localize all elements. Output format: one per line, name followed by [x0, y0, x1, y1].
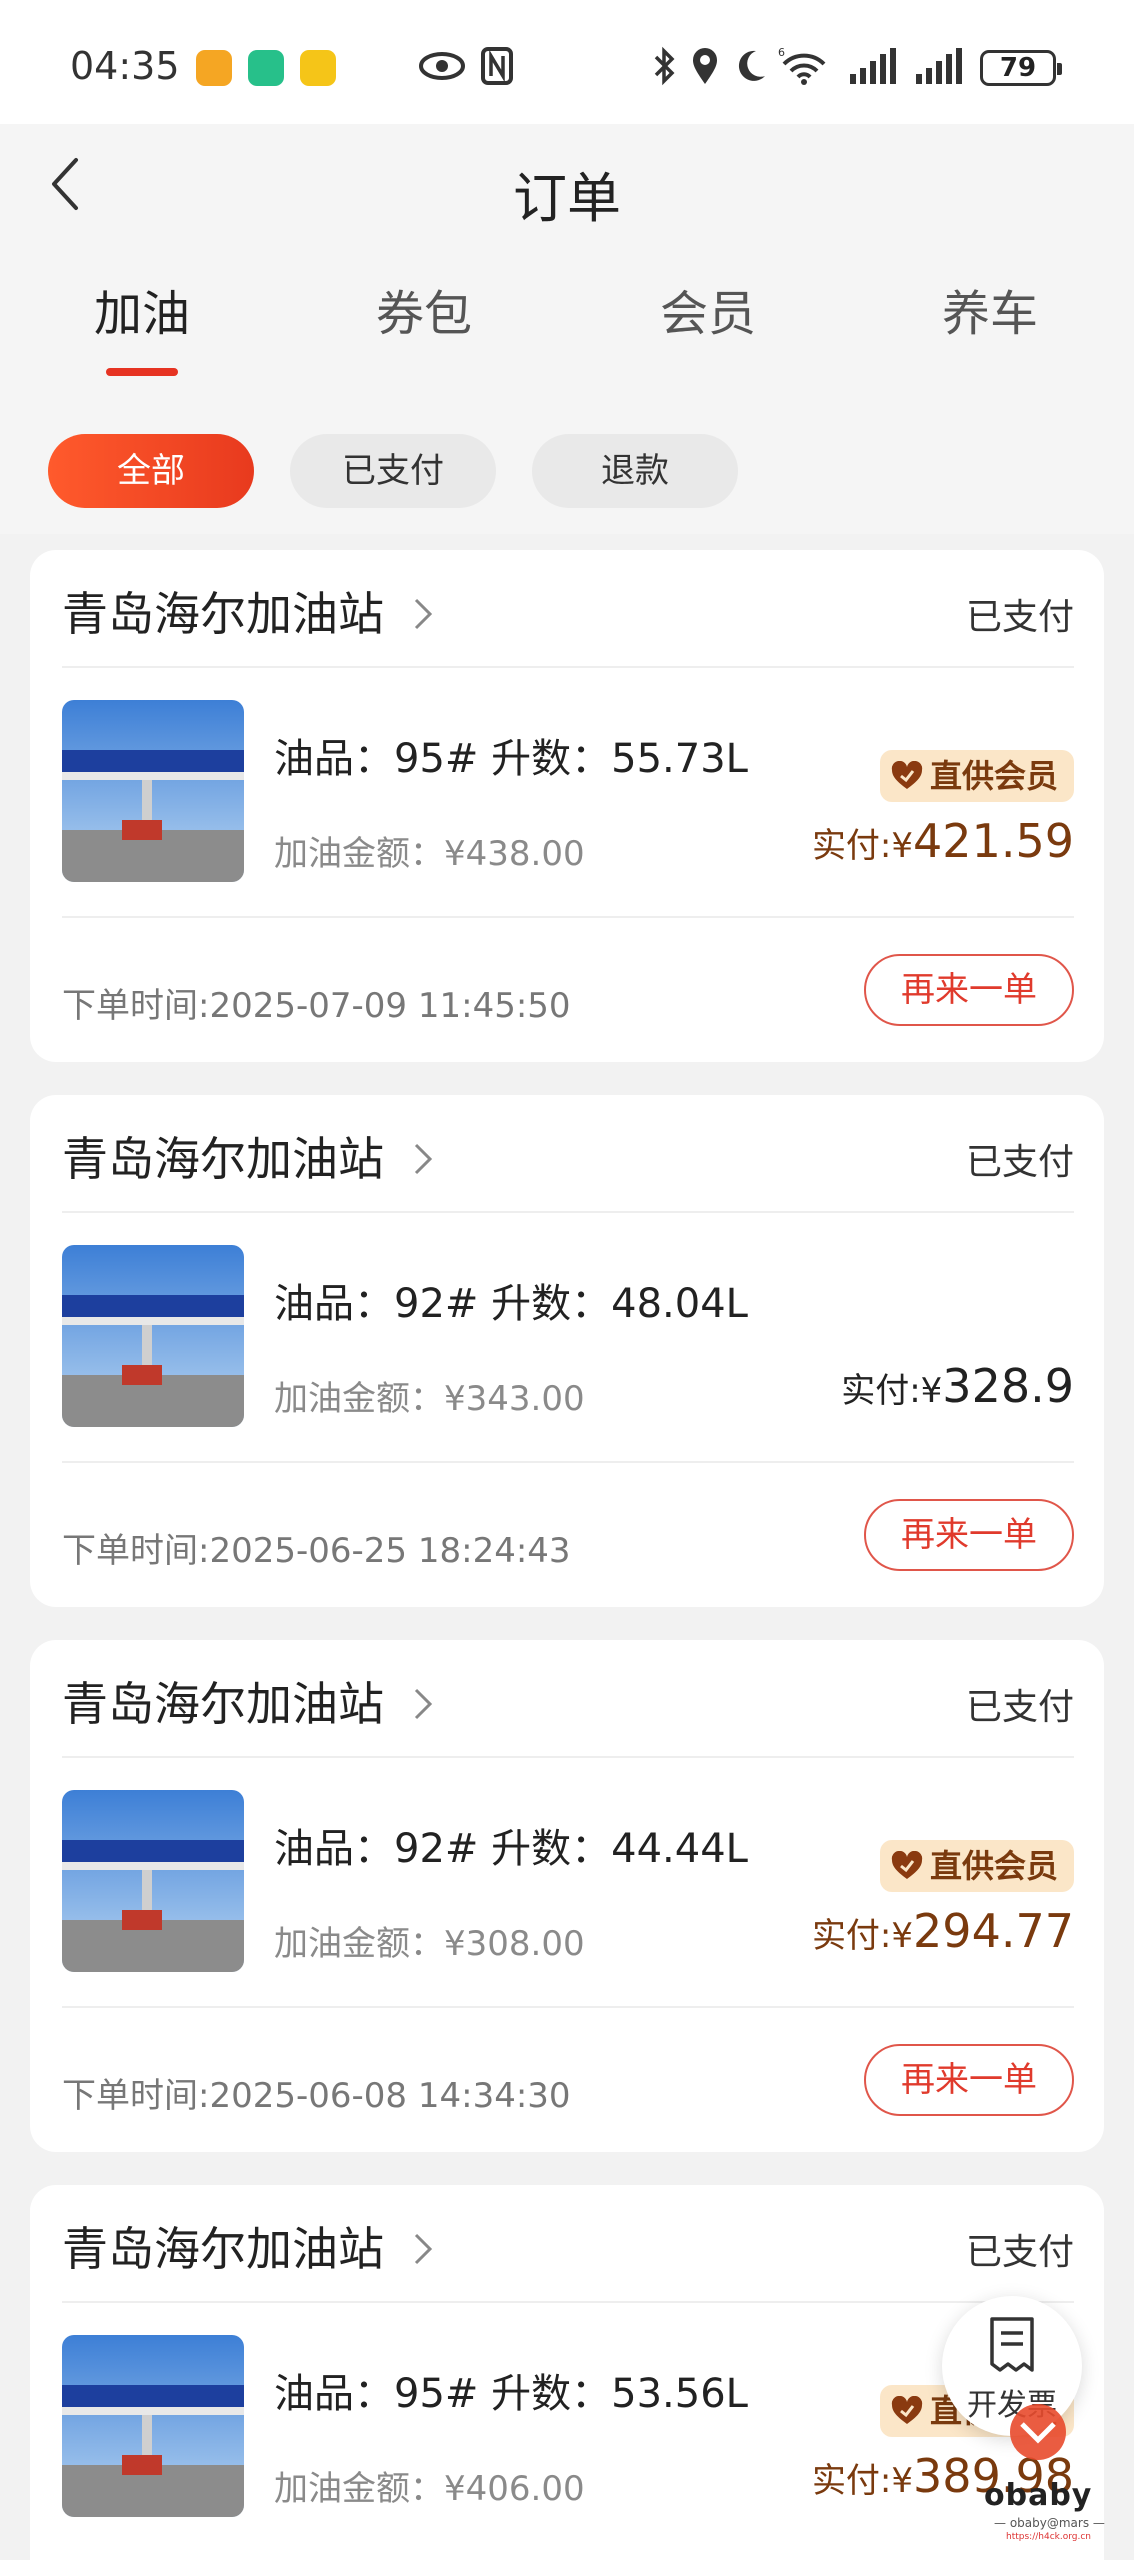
heart-icon: [891, 1851, 923, 1879]
paid-label: 实付:¥: [811, 1916, 914, 1956]
chevron-right-icon: [414, 1143, 433, 1175]
station-photo: [62, 2335, 244, 2517]
fuel-amount: 加油金额：¥406.00: [274, 2469, 585, 2509]
order-card[interactable]: 青岛海尔加油站 已支付 油品：92# 升数：44.44L 加油金额：¥308.0…: [30, 1640, 1104, 2152]
tab-membership[interactable]: 会员: [608, 274, 808, 344]
chevron-right-icon: [414, 2233, 433, 2265]
status-bar: 04:35 6 79: [0, 0, 1134, 124]
divider: [62, 1211, 1074, 1213]
fuel-amount: 加油金额：¥308.00: [274, 1924, 585, 1964]
tab-car-care[interactable]: 养车: [890, 274, 1090, 344]
order-status: 已支付: [965, 1142, 1074, 1183]
order-time: 下单时间:2025-06-08 14:34:30: [62, 2076, 571, 2116]
paid-label: 实付:¥: [841, 1371, 943, 1411]
app-mail-icon: [300, 50, 336, 86]
fuel-info: 油品：95# 升数：55.73L: [274, 736, 748, 782]
heart-icon: [891, 761, 923, 789]
bluetooth-icon: [654, 46, 675, 86]
station-photo: [62, 700, 244, 882]
location-icon: [693, 48, 717, 84]
station-name[interactable]: 青岛海尔加油站: [62, 1123, 384, 1189]
paid-label: 实付:¥: [811, 2461, 914, 2501]
paid-label: 实付:¥: [811, 826, 914, 866]
station-name[interactable]: 青岛海尔加油站: [62, 2213, 384, 2279]
app-orange-icon: [196, 50, 232, 86]
tab-refuel[interactable]: 加油: [42, 274, 242, 344]
divider: [62, 2301, 1074, 2303]
nfc-icon: [481, 47, 513, 85]
paid-amount: 实付:¥ 328.9: [841, 1359, 1074, 1413]
station-name[interactable]: 青岛海尔加油站: [62, 578, 384, 644]
divider: [62, 2006, 1074, 2008]
order-card[interactable]: 青岛海尔加油站 已支付 油品：95# 升数：55.73L 加油金额：¥438.0…: [30, 550, 1104, 1062]
filter-refund[interactable]: 退款: [532, 434, 738, 508]
paid-amount: 实付:¥ 421.59: [812, 814, 1074, 868]
page-title: 订单: [513, 167, 621, 230]
page-header: 订单 加油 券包 会员 养车 全部 已支付 退款: [0, 124, 1134, 534]
eye-icon: [419, 52, 465, 80]
reorder-button[interactable]: 再来一单: [864, 954, 1074, 1026]
fuel-info: 油品：92# 升数：44.44L: [274, 1826, 748, 1872]
tab-coupons[interactable]: 券包: [324, 274, 524, 344]
reorder-button[interactable]: 再来一单: [864, 2044, 1074, 2116]
member-badge: 直供会员: [879, 750, 1074, 802]
order-status: 已支付: [965, 1687, 1074, 1728]
signal-icon: [850, 48, 896, 84]
divider: [62, 1756, 1074, 1758]
receipt-icon: [990, 2317, 1034, 2372]
status-time: 04:35: [70, 44, 180, 88]
signal-icon-2: [916, 48, 962, 84]
paid-value: 328.9: [942, 1359, 1074, 1413]
divider: [62, 1461, 1074, 1463]
order-status: 已支付: [965, 597, 1074, 638]
chevron-right-icon: [414, 1688, 433, 1720]
fuel-amount: 加油金额：¥438.00: [274, 834, 585, 874]
watermark-url: https://h4ck.org.cn: [1006, 2532, 1091, 2542]
fuel-amount: 加油金额：¥343.00: [274, 1379, 585, 1419]
moon-icon: [738, 50, 765, 81]
reorder-button[interactable]: 再来一单: [864, 1499, 1074, 1571]
fuel-info: 油品：92# 升数：48.04L: [274, 1281, 748, 1327]
divider: [62, 666, 1074, 668]
member-badge: 直供会员: [879, 1840, 1074, 1892]
battery-indicator: 79: [980, 50, 1062, 86]
order-card[interactable]: 青岛海尔加油站 已支付 油品：92# 升数：48.04L 加油金额：¥343.0…: [30, 1095, 1104, 1607]
wifi-6-icon: 6: [778, 46, 826, 85]
heart-icon: [891, 2396, 923, 2424]
svg-text:6: 6: [778, 46, 785, 59]
station-photo: [62, 1790, 244, 1972]
order-time: 下单时间:2025-07-09 11:45:50: [62, 986, 571, 1026]
station-name[interactable]: 青岛海尔加油站: [62, 1668, 384, 1734]
divider: [62, 916, 1074, 918]
order-time: 下单时间:2025-06-25 18:24:43: [62, 1531, 571, 1571]
app-green-icon: [248, 50, 284, 86]
paid-value: 294.77: [913, 1904, 1074, 1958]
station-photo: [62, 1245, 244, 1427]
filter-all[interactable]: 全部: [48, 434, 254, 508]
filter-paid[interactable]: 已支付: [290, 434, 496, 508]
active-tab-indicator: [106, 368, 178, 376]
paid-value: 421.59: [913, 814, 1074, 868]
fuel-info: 油品：95# 升数：53.56L: [274, 2371, 748, 2417]
watermark-sub: — obaby@mars —: [994, 2516, 1105, 2530]
paid-amount: 实付:¥ 294.77: [812, 1904, 1074, 1958]
order-status: 已支付: [965, 2232, 1074, 2273]
badge-label: 直供会员: [929, 1847, 1058, 1885]
badge-label: 直供会员: [929, 757, 1058, 795]
chevron-right-icon: [414, 598, 433, 630]
watermark-text: obaby: [984, 2478, 1093, 2513]
